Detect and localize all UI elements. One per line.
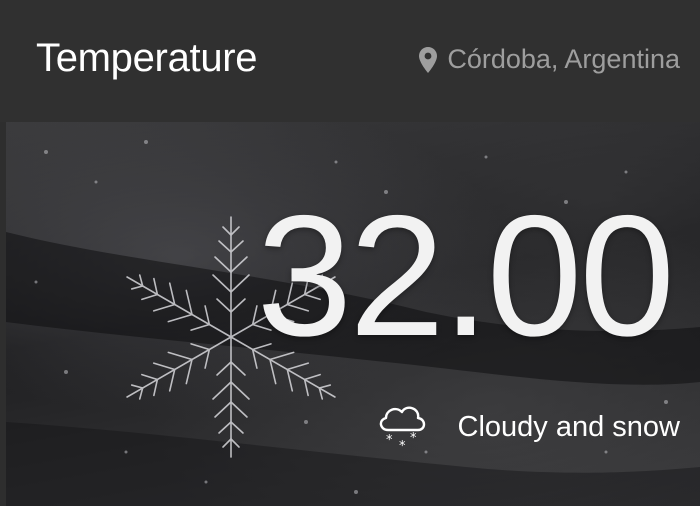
temperature-widget: Temperature Córdoba, Argentina 32.00 * *… <box>0 0 700 506</box>
location-label: Córdoba, Argentina <box>447 44 680 74</box>
widget-header: Temperature Córdoba, Argentina <box>0 0 700 122</box>
widget-title: Temperature <box>36 36 258 80</box>
svg-text:*: * <box>386 433 393 448</box>
map-pin-icon <box>419 46 438 73</box>
condition-label: Cloudy and snow <box>457 410 680 443</box>
svg-text:*: * <box>410 431 417 446</box>
temperature-value: 32.00 <box>256 180 675 372</box>
svg-text:*: * <box>399 439 406 452</box>
weather-condition: * * * Cloudy and snow <box>374 402 680 454</box>
cloud-snow-icon: * * * <box>374 402 428 454</box>
location: Córdoba, Argentina <box>419 44 680 75</box>
